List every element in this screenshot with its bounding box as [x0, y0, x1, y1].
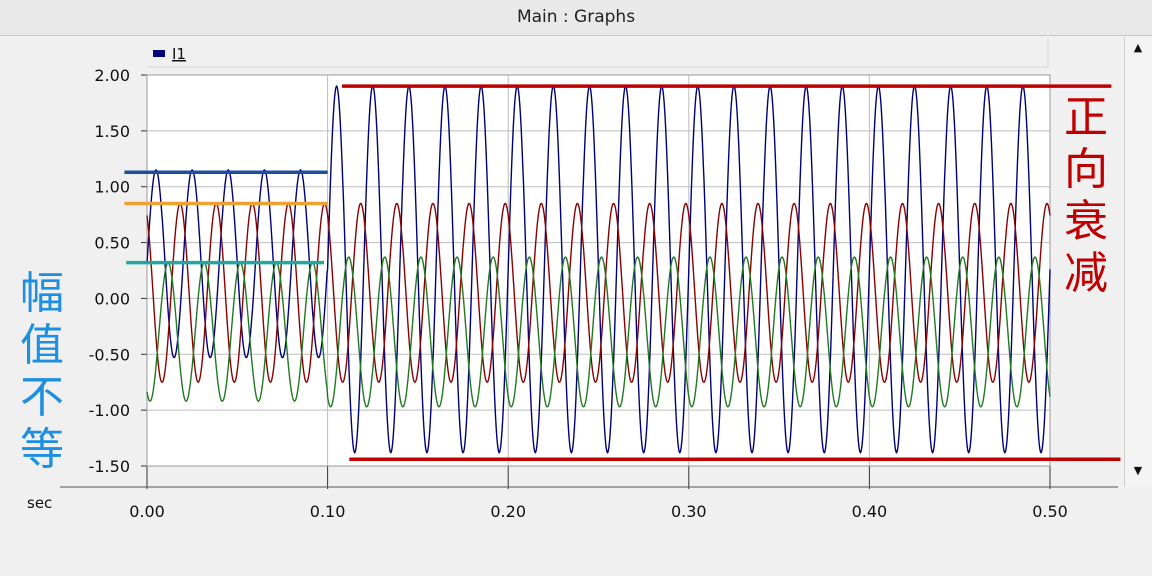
x-tick-label: 0.20: [490, 502, 526, 521]
x-tick-label: 0.10: [310, 502, 346, 521]
annotation-char: 等: [20, 424, 64, 475]
graph-chart: 2.00 1.50 1.00 0.50 0.00 -0.50 -1.00 -1.50 0.00 0…: [27, 38, 1121, 521]
y-tick-label: 0.50: [94, 234, 130, 253]
annotation-char: 正: [1064, 92, 1108, 143]
x-tick-label: 0.50: [1032, 502, 1068, 521]
y-tick-label: 1.00: [94, 178, 130, 197]
annotation-left: 幅值不等: [18, 268, 66, 476]
annotation-char: 幅: [20, 268, 64, 319]
x-tick-label: 0.30: [671, 502, 707, 521]
y-tick-label: 1.50: [94, 122, 130, 141]
y-tick-label: -1.00: [89, 401, 130, 420]
y-tick-label: 0.00: [94, 289, 130, 308]
annotation-char: 不: [20, 372, 64, 423]
annotation-left-text: 幅值不等: [18, 268, 66, 476]
annotation-right: 正向衰减: [1062, 92, 1110, 300]
x-tick-label: 0.00: [129, 502, 165, 521]
annotation-char: 向: [1064, 144, 1108, 195]
x-axis-label: sec: [27, 494, 52, 512]
legend-label-i1: I1: [172, 45, 186, 63]
legend: I1: [147, 38, 1049, 68]
annotation-char: 值: [20, 320, 64, 371]
annotation-right-text: 正向衰减: [1062, 92, 1110, 300]
y-tick-label: 2.00: [94, 66, 130, 85]
annotation-char: 减: [1064, 248, 1108, 299]
annotation-char: 衰: [1064, 196, 1108, 247]
y-tick-label: -0.50: [89, 345, 130, 364]
legend-swatch-i1: [153, 50, 165, 57]
x-tick-label: 0.40: [852, 502, 888, 521]
y-tick-label: -1.50: [89, 457, 130, 476]
